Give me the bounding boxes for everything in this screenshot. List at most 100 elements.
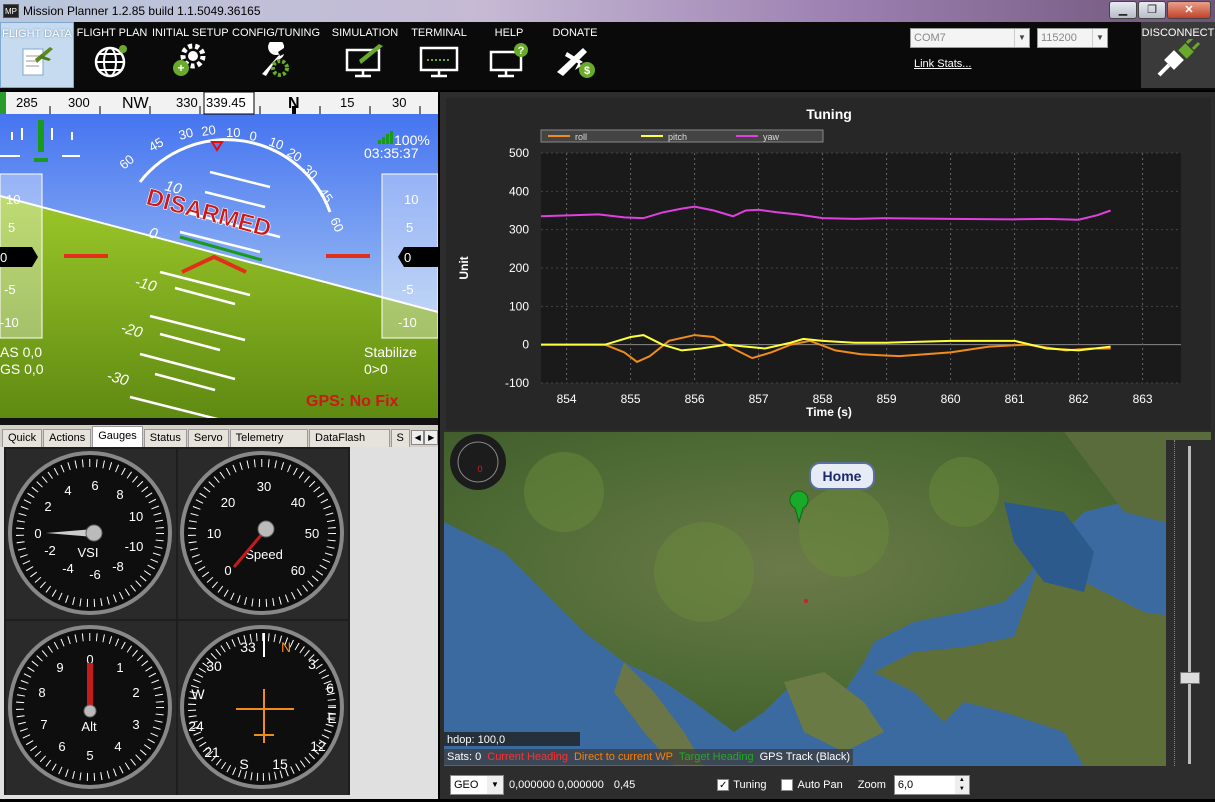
menu-initial-setup[interactable]: INITIAL SETUP + [152, 22, 229, 88]
menu-donate[interactable]: DONATE $ [544, 22, 606, 88]
legend-label: yaw [763, 132, 780, 142]
tab-scroll-left-icon[interactable]: ◀ [410, 430, 425, 445]
waypoint-readout: 0>0 [364, 361, 388, 377]
maximize-button[interactable]: ❐ [1138, 1, 1166, 19]
gauge-tick: 60 [291, 563, 305, 578]
compass-tick: N [281, 639, 291, 655]
tab-scroll-right-icon[interactable]: ▶ [424, 430, 438, 445]
scale-tick: -5 [4, 282, 16, 297]
gauges-panel: 0 2 4 6 8 10 -10 -8 -6 -4 -2 VSI 0 10 20… [0, 447, 438, 799]
link-stats-link[interactable]: Link Stats... [914, 58, 971, 70]
vsi-gauge: 0 2 4 6 8 10 -10 -8 -6 -4 -2 VSI [6, 449, 176, 619]
map-view[interactable]: 0 Home hdop: 100,0 [444, 432, 1211, 766]
x-tick-label: 854 [557, 392, 577, 406]
compass-gauge: N 3 6 E 12 15 S 21 24 W 30 33 [178, 621, 348, 795]
gauge-tick: 8 [116, 487, 123, 502]
menu-label: HELP [494, 27, 524, 39]
gauge-tick: 6 [91, 478, 98, 493]
menu-config-tuning[interactable]: CONFIG/TUNING [232, 22, 320, 88]
disconnect-button[interactable]: DISCONNECT [1141, 22, 1215, 88]
y-tick-label: 300 [509, 223, 529, 237]
compass-tick: 24 [188, 718, 204, 734]
tab-actions[interactable]: Actions [43, 429, 92, 447]
tab-overflow[interactable]: S [390, 429, 410, 447]
compass-tick: 3 [308, 656, 316, 672]
menu-terminal[interactable]: TERMINAL [406, 22, 472, 88]
map-canvas: 0 Home hdop: 100,0 [444, 432, 1211, 766]
menu-simulation[interactable]: SIMULATION [328, 22, 402, 88]
tab-servo[interactable]: Servo [187, 429, 229, 447]
main-toolbar: FLIGHT DATA FLIGHT PLAN INITIAL SETUP + … [0, 22, 1215, 90]
gauge-tick: 4 [114, 739, 121, 754]
window-controls: ▁ ❐ ✕ [1108, 1, 1211, 19]
gauge-tick: -10 [125, 539, 144, 554]
close-button[interactable]: ✕ [1167, 1, 1211, 19]
menu-flight-data[interactable]: FLIGHT DATA [0, 22, 74, 88]
gauge-tick: 10 [207, 526, 221, 541]
legend-direct-to-wp: Direct to current WP [570, 749, 676, 765]
scale-tick: -10 [0, 315, 19, 330]
gauge-tick: -6 [89, 567, 101, 582]
compass-tick: 15 [272, 756, 288, 772]
alt-label: Alt [81, 719, 97, 734]
data-tabs: Quick Actions Gauges Status Servo Teleme… [0, 425, 438, 460]
chart-legend: roll pitch yaw [540, 129, 824, 143]
auto-pan-checkbox[interactable] [781, 778, 794, 791]
chart-title: Tuning [806, 106, 852, 122]
stepper-down-icon[interactable]: ▼ [954, 784, 969, 794]
hud-canvas: 285 300 NW 330 339.45 N 15 30 60 45 30 2… [0, 92, 438, 418]
gauge-tick: 0 [34, 526, 41, 541]
map-compass-value: 0 [477, 464, 482, 474]
legend-label: pitch [668, 132, 687, 142]
gauge-tick: 9 [56, 660, 63, 675]
gauge-tick: 7 [40, 717, 47, 732]
left-panel: 285 300 NW 330 339.45 N 15 30 60 45 30 2… [0, 92, 438, 799]
zoom-input[interactable]: 6,0 ▲ ▼ [893, 774, 970, 795]
flight-data-icon [22, 47, 53, 76]
menu-label: FLIGHT PLAN [76, 27, 148, 39]
baud-rate-select[interactable]: 115200 ▼ [1037, 28, 1108, 48]
gauge-tick: 50 [305, 526, 319, 541]
tuning-checkbox[interactable]: ✓ [717, 778, 730, 791]
x-tick-label: 863 [1133, 392, 1153, 406]
stepper-up-icon[interactable]: ▲ [954, 775, 969, 785]
altitude-tape: 10 5 0 -5 -10 [381, 173, 438, 339]
auto-pan-checkbox-label: Auto Pan [797, 778, 843, 791]
help-icon: ? [489, 43, 528, 78]
com-port-select[interactable]: COM7 ▼ [910, 28, 1030, 48]
hud-clock: 03:35:37 [364, 145, 419, 161]
gauge-tick: -2 [44, 543, 56, 558]
zoom-slider[interactable] [1166, 440, 1211, 766]
zoom-slider-thumb[interactable] [1180, 672, 1200, 684]
hud-display: 285 300 NW 330 339.45 N 15 30 60 45 30 2… [0, 92, 438, 418]
minimize-button[interactable]: ▁ [1109, 1, 1137, 19]
tab-telemetry-logs[interactable]: Telemetry Logs [229, 429, 309, 460]
compass-tick: 21 [204, 744, 220, 760]
y-tick-label: 200 [509, 261, 529, 275]
gps-status: GPS: No Fix [306, 393, 399, 410]
map-status-line: Sats: 0 Current Heading Direct to curren… [444, 748, 854, 766]
chart-canvas: Tuning 500 400 300 200 100 0 -100 854 855 856 857… [457, 106, 1181, 419]
gauge-tick: 5 [86, 748, 93, 763]
x-tick-label: 859 [877, 392, 897, 406]
gauge-tick: 2 [132, 685, 139, 700]
x-tick-label: 857 [749, 392, 769, 406]
gauge-tick: 3 [132, 717, 139, 732]
tab-gauges[interactable]: Gauges [92, 426, 143, 447]
heading-current: 339.45 [206, 95, 246, 110]
gauge-tick: 0 [224, 563, 231, 578]
menu-help[interactable]: HELP ? [480, 22, 538, 88]
coordinates-readout: 0,000000 0,000000 [509, 778, 604, 791]
gauge-tick: -8 [112, 559, 124, 574]
tab-quick[interactable]: Quick [2, 429, 43, 447]
menu-label: FLIGHT DATA [2, 28, 72, 40]
compass-tick: E [327, 710, 336, 726]
tab-status[interactable]: Status [143, 429, 187, 447]
y-tick-label: 0 [522, 338, 529, 352]
tab-dataflash-logs[interactable]: DataFlash Logs [309, 429, 390, 460]
y-tick-label: 100 [509, 299, 529, 313]
scale-tick: 10 [6, 192, 20, 207]
menu-flight-plan[interactable]: FLIGHT PLAN [76, 22, 148, 88]
globe-icon [94, 45, 127, 78]
coordinate-format-select[interactable]: GEO ▼ [450, 774, 504, 795]
